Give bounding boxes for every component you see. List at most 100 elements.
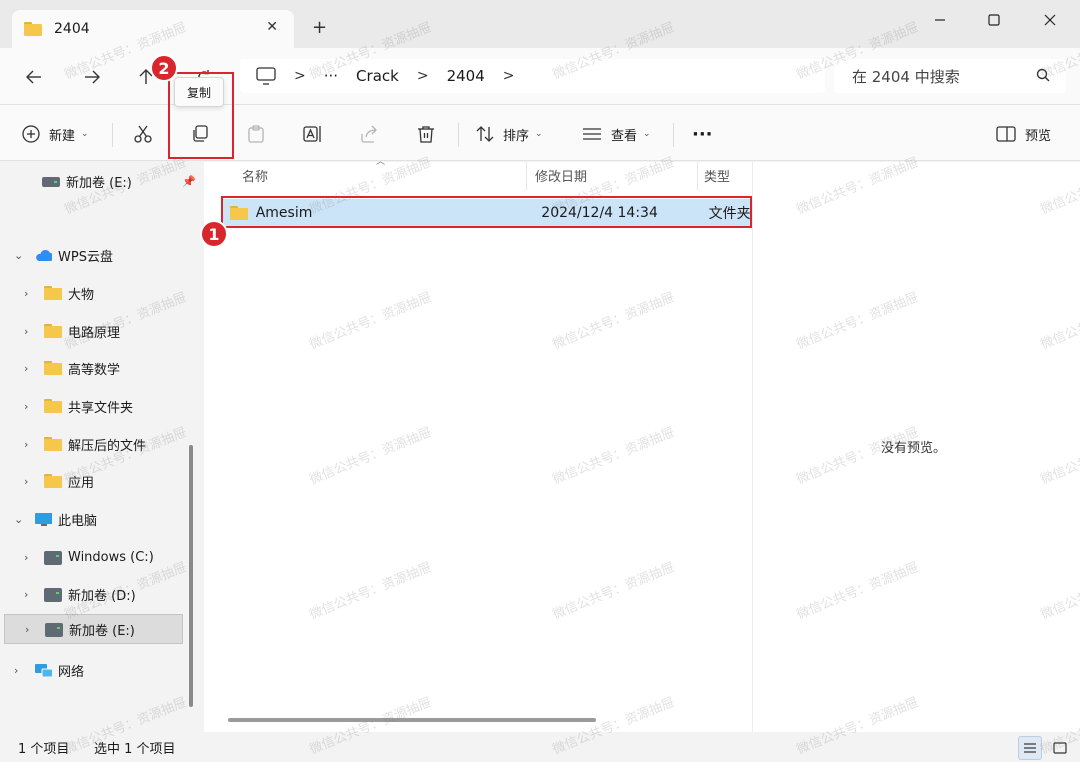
back-button[interactable] [20, 64, 48, 90]
chevron-right-icon: › [24, 361, 29, 375]
cloud-icon [36, 249, 52, 261]
sidebar-item-dawu[interactable]: › 大物 [24, 278, 202, 308]
chevron-right-icon: › [24, 399, 29, 413]
sidebar-item-extracted[interactable]: › 解压后的文件 [24, 429, 202, 459]
sort-icon [476, 126, 494, 142]
breadcrumb-2404[interactable]: 2404 [447, 67, 485, 85]
drive-icon [42, 177, 60, 187]
tiles-view-button[interactable] [1048, 736, 1072, 760]
maximize-button[interactable] [972, 6, 1016, 34]
sidebar-scrollbar[interactable] [189, 445, 193, 707]
close-button[interactable] [1028, 6, 1072, 34]
sidebar-item-label: 新加卷 (E:) [69, 623, 135, 639]
sidebar-item-label: 解压后的文件 [68, 438, 147, 454]
chevron-down-icon: ⌄ [643, 129, 651, 139]
horizontal-scrollbar[interactable] [228, 718, 596, 722]
sidebar-item-shared[interactable]: › 共享文件夹 [24, 391, 202, 421]
chevron-down-icon: ⌄ [14, 512, 24, 526]
maximize-icon [988, 14, 1000, 26]
folder-icon [44, 437, 62, 451]
sidebar-item-label: 网络 [58, 664, 85, 680]
address-bar[interactable]: > ··· Crack > 2404 > [240, 59, 825, 93]
sidebar-item-circuit[interactable]: › 电路原理 [24, 316, 202, 346]
arrow-right-icon [85, 70, 100, 84]
trash-icon [418, 126, 434, 143]
sort-button[interactable]: 排序 ⌄ [476, 119, 543, 149]
column-divider[interactable] [526, 162, 527, 190]
cut-button[interactable] [134, 119, 152, 149]
folder-icon [44, 324, 62, 338]
file-list: ︿ 名称 修改日期 类型 Amesim 2024/12/4 14:34 文件夹 [204, 157, 752, 732]
search-placeholder: 在 2404 中搜索 [852, 67, 960, 86]
tab-close-icon[interactable]: ✕ [266, 19, 278, 35]
preview-label: 预览 [1025, 128, 1052, 144]
chevron-right-icon: › [24, 474, 29, 488]
highlight-copy-button [168, 72, 234, 159]
highlight-amesim-row [221, 196, 752, 228]
chevron-right-icon: › [24, 286, 29, 300]
sidebar-item-label: 此电脑 [58, 513, 98, 529]
chevron-down-icon: ⌄ [81, 129, 89, 139]
more-options-button[interactable]: ··· [692, 119, 713, 149]
view-label: 查看 [611, 128, 638, 144]
sidebar-item-drive-e[interactable]: › 新加卷 (E:) [4, 614, 183, 644]
share-button[interactable] [360, 119, 378, 149]
sidebar-item-network[interactable]: › 网络 [14, 655, 192, 685]
sidebar-item-label: 高等数学 [68, 362, 121, 378]
sidebar-item-label: 电路原理 [68, 325, 121, 341]
forward-button[interactable] [78, 64, 106, 90]
sidebar-item-math[interactable]: › 高等数学 [24, 353, 202, 383]
column-header-type[interactable]: 类型 [704, 166, 730, 185]
sidebar-item-drive-c[interactable]: › Windows (C:) [24, 542, 202, 572]
sidebar-item-this-pc[interactable]: ⌄ 此电脑 [14, 504, 192, 534]
details-view-button[interactable] [1018, 736, 1042, 760]
new-tab-button[interactable]: + [312, 17, 327, 38]
column-header-name[interactable]: 名称 [242, 166, 268, 185]
chevron-right-icon: › [25, 622, 30, 636]
command-bar: 新建 ⌄ 排序 ⌄ 查看 ⌄ ··· 预览 [0, 105, 1080, 161]
breadcrumb-crack[interactable]: Crack [356, 67, 399, 85]
sidebar-item-label: Windows (C:) [68, 549, 154, 565]
chevron-right-icon: › [24, 324, 29, 338]
sidebar-item-label: 新加卷 (D:) [68, 588, 136, 604]
new-button[interactable]: 新建 ⌄ [22, 119, 89, 149]
sidebar-item-label: 应用 [68, 475, 95, 491]
monitor-icon [256, 67, 276, 85]
pin-icon: 📌 [182, 174, 196, 188]
rename-icon [303, 126, 321, 142]
view-button[interactable]: 查看 ⌄ [582, 119, 651, 149]
new-label: 新建 [49, 128, 76, 144]
chevron-down-icon: ⌄ [14, 248, 24, 262]
sidebar-item-wps-cloud[interactable]: ⌄ WPS云盘 [14, 240, 192, 270]
shared-folder-icon [44, 399, 62, 413]
column-header-modified[interactable]: 修改日期 [535, 166, 587, 185]
preview-pane: 没有预览。 [752, 162, 1080, 732]
drive-icon [44, 588, 62, 602]
minimize-button[interactable] [918, 6, 962, 34]
search-input[interactable]: 在 2404 中搜索 [834, 59, 1066, 93]
step-badge-1: 1 [200, 220, 228, 248]
sidebar-item-apps[interactable]: › 应用 [24, 466, 202, 496]
chevron-right-icon: > [294, 68, 306, 84]
drive-icon [45, 623, 63, 637]
sidebar-item-pinned-e[interactable]: 新加卷 (E:) 📌 [24, 166, 202, 196]
paste-button[interactable] [247, 119, 265, 149]
folder-icon [24, 22, 42, 36]
minimize-icon [935, 19, 945, 21]
breadcrumb-ellipsis[interactable]: ··· [324, 67, 338, 85]
search-icon [1036, 68, 1050, 82]
rename-button[interactable] [303, 119, 323, 149]
chevron-right-icon: > [502, 68, 515, 84]
divider [458, 123, 459, 147]
column-divider[interactable] [697, 162, 698, 190]
chevron-right-icon: › [14, 663, 19, 677]
title-bar: 2404 ✕ + [0, 0, 1080, 48]
list-view-icon [583, 128, 601, 140]
preview-pane-icon [996, 126, 1016, 142]
tab-2404[interactable]: 2404 ✕ [12, 10, 294, 48]
folder-icon [44, 286, 62, 300]
sidebar-item-drive-d[interactable]: › 新加卷 (D:) [24, 579, 202, 609]
delete-button[interactable] [417, 119, 435, 149]
sidebar-item-label: 大物 [68, 287, 95, 303]
preview-pane-button[interactable]: 预览 [996, 119, 1051, 149]
